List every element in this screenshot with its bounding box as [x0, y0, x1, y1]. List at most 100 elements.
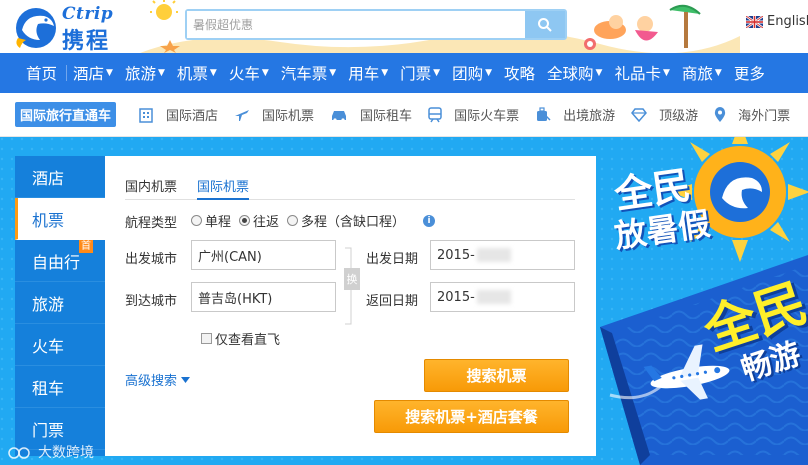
caret-down-icon: ▼ [662, 68, 670, 78]
trip-type-multi-city[interactable]: 多程（含缺口程） [287, 211, 405, 230]
sub-nav-item-label: 国际机票 [262, 109, 315, 124]
side-tab-label: 门票 [32, 420, 65, 440]
nav-item-label: 火车 [228, 65, 260, 83]
advanced-search-link[interactable]: 高级搜索 [125, 370, 191, 389]
logo-latin-text: Ctrip [62, 4, 114, 24]
caret-down-icon: ▼ [485, 68, 493, 78]
nav-item[interactable]: 旅游 ▼ [119, 53, 171, 93]
nav-item[interactable]: 礼品卡 ▼ [608, 53, 675, 93]
trip-type-label: 航程类型 [125, 216, 178, 231]
caret-down-icon: ▼ [106, 68, 113, 78]
sub-nav-item[interactable]: 顶级游 [631, 105, 698, 124]
dolphin-logo-icon [16, 8, 56, 48]
search-flights-button[interactable]: 搜索机票 [424, 359, 569, 392]
uk-flag-icon [746, 15, 763, 28]
sub-nav-items: 国际酒店 国际机票 国际租车 国际火车票 出境旅游 顶级游 海外门票 [116, 105, 790, 124]
search-flight-hotel-button[interactable]: 搜索机票+酒店套餐 [374, 400, 569, 433]
main-navigation: 首页 酒店 ▼ 旅游 ▼ 机票 ▼ 火车 ▼ 汽车票 ▼ 用车 ▼ 门票 ▼ 团购 ▼ 攻略 全球购 ▼ 礼品卡 ▼ 商旅 ▼… [0, 53, 808, 93]
side-tab[interactable]: 租车 [15, 366, 105, 408]
tab-domestic-flights[interactable]: 国内机票 [125, 176, 177, 200]
redacted-date [477, 290, 511, 304]
caret-down-icon: ▼ [157, 68, 165, 78]
side-tab[interactable]: 酒店 [15, 156, 105, 198]
nav-item[interactable]: 酒店 ▼ [67, 53, 119, 93]
direct-only-label: 仅查看直飞 [215, 333, 281, 348]
side-tab[interactable]: 自由行首 [15, 240, 105, 282]
depart-city-input[interactable] [191, 240, 336, 270]
sub-nav-item[interactable]: 国际火车票 [428, 105, 519, 124]
nav-item-label: 商旅 [681, 65, 713, 83]
nav-item-label: 旅游 [124, 65, 156, 83]
nav-item[interactable]: 用车 ▼ [342, 53, 394, 93]
site-search [185, 9, 567, 40]
nav-item[interactable]: 更多 [728, 53, 771, 93]
building-icon [138, 107, 160, 123]
new-badge: 首 [79, 240, 93, 253]
sub-nav-item[interactable]: 国际酒店 [138, 105, 218, 124]
caret-down-icon: ▼ [714, 68, 722, 78]
radio-multi-city[interactable] [287, 215, 299, 226]
sub-nav-item-label: 出境旅游 [563, 109, 616, 124]
trip-type-one-way[interactable]: 单程 [191, 211, 231, 230]
trip-type-options: 单程 往返 多程（含缺口程） i [191, 211, 436, 230]
product-tabs: 酒店 机票 自由行首旅游 火车 租车 门票 [15, 156, 105, 456]
watermark-text: 大数跨境 [38, 445, 94, 461]
language-label: English [767, 14, 808, 29]
arrive-city-label: 到达城市 [125, 294, 178, 309]
nav-item-label: 礼品卡 [614, 65, 661, 83]
radio-one-way[interactable] [191, 215, 202, 226]
sub-nav-item-label: 国际火车票 [454, 109, 520, 124]
nav-item[interactable]: 团购 ▼ [446, 53, 498, 93]
sub-nav-item[interactable]: 出境旅游 [535, 105, 615, 124]
nav-item-label: 团购 [452, 65, 484, 83]
luggage-icon [535, 106, 557, 123]
radio-round-trip[interactable] [239, 215, 251, 226]
language-switch[interactable]: English [746, 14, 808, 29]
nav-item[interactable]: 全球购 ▼ [541, 53, 608, 93]
train-icon [428, 106, 448, 123]
side-tab[interactable]: 旅游 [15, 282, 105, 324]
location-pin-icon [714, 106, 732, 123]
flight-type-tabs: 国内机票 国际机票 [125, 176, 575, 200]
arrive-city-input[interactable] [191, 282, 336, 312]
swap-cities-button[interactable]: 换 [344, 268, 360, 290]
nav-item[interactable]: 攻略 [498, 53, 541, 93]
direct-only-checkbox[interactable] [201, 333, 212, 344]
trip-type-round-trip[interactable]: 往返 [239, 211, 279, 230]
nav-item[interactable]: 机票 ▼ [171, 53, 223, 93]
search-icon [538, 17, 552, 32]
caret-down-icon: ▼ [209, 68, 217, 78]
redacted-date [477, 248, 511, 262]
ctrip-logo[interactable]: Ctrip 携程 [12, 2, 137, 53]
nav-item-label: 全球购 [547, 65, 594, 83]
caret-down-icon: ▼ [329, 68, 337, 78]
side-tab[interactable]: 机票 [15, 198, 105, 240]
sub-nav-item-label: 国际租车 [360, 109, 413, 124]
sub-nav-item[interactable]: 海外门票 [714, 105, 790, 124]
direct-flights-only[interactable]: 仅查看直飞 [201, 329, 280, 348]
side-tab-label: 火车 [32, 336, 65, 356]
advanced-search-label: 高级搜索 [125, 374, 178, 389]
side-tab[interactable]: 火车 [15, 324, 105, 366]
sub-nav-item[interactable]: 国际机票 [234, 105, 314, 124]
info-icon[interactable]: i [423, 214, 436, 227]
sub-nav-item-label: 海外门票 [738, 109, 791, 124]
nav-item[interactable]: 汽车票 ▼ [275, 53, 342, 93]
nav-item-label: 更多 [733, 65, 765, 83]
search-input[interactable] [187, 11, 525, 38]
nav-item-label: 攻略 [504, 65, 536, 83]
nav-item-label: 机票 [176, 65, 208, 83]
caret-down-icon [181, 376, 191, 383]
trip-type-round-trip-label: 往返 [253, 215, 280, 230]
tab-international-flights[interactable]: 国际机票 [197, 176, 250, 200]
side-tab-label: 自由行 [32, 252, 81, 272]
nav-item[interactable]: 门票 ▼ [394, 53, 446, 93]
nav-item[interactable]: 火车 ▼ [223, 53, 275, 93]
sub-nav-item[interactable]: 国际租车 [330, 105, 412, 124]
caret-down-icon: ▼ [381, 68, 389, 78]
nav-item[interactable]: 商旅 ▼ [676, 53, 728, 93]
nav-item[interactable]: 首页 [0, 53, 68, 93]
nav-item-label: 用车 [348, 65, 380, 83]
search-button[interactable] [525, 11, 565, 38]
flight-search-panel: 国内机票 国际机票 航程类型 单程 往返 多程（含缺口程） i 出发城市 到达城… [105, 156, 596, 456]
